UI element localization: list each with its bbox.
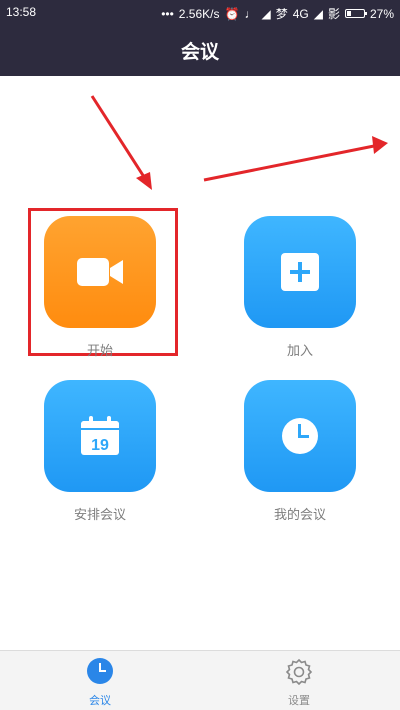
schedule-meeting-button[interactable]: 19 [44, 380, 156, 492]
schedule-meeting-tile[interactable]: 19 安排会议 [44, 380, 156, 523]
tab-meetings[interactable]: 会议 [60, 657, 140, 708]
calendar-icon: 19 [81, 416, 119, 455]
title-bar: 会议 [0, 24, 400, 76]
battery-percent: 27% [369, 6, 394, 21]
carrier-label-2: 影 [327, 7, 340, 21]
start-meeting-button[interactable] [44, 216, 156, 328]
clock-icon [282, 418, 318, 454]
join-meeting-button[interactable] [244, 216, 356, 328]
status-time: 13:58 [6, 5, 37, 19]
network-type: 4G [292, 6, 309, 21]
start-meeting-tile[interactable]: 开始 [44, 216, 156, 359]
bottom-nav: 会议 设置 [0, 650, 400, 710]
battery-icon [344, 9, 367, 18]
calendar-day: 19 [91, 437, 109, 454]
tab-meetings-label: 会议 [89, 694, 111, 707]
video-camera-icon [77, 258, 123, 286]
clock-icon [87, 658, 113, 684]
status-indicators: ••• 2.56K/s ⏰ ♩ ◢ 梦 4G ◢ 影 27% [161, 5, 394, 22]
signal-icon-2: ◢ [313, 6, 323, 21]
carrier-label: 梦 [275, 7, 288, 21]
my-meetings-button[interactable] [244, 380, 356, 492]
tab-settings-label: 设置 [288, 694, 310, 707]
silent-icon: ♩ [244, 6, 257, 21]
network-speed: 2.56K/s [178, 6, 220, 21]
alarm-icon: ⏰ [224, 6, 240, 21]
my-meetings-tile[interactable]: 我的会议 [244, 380, 356, 523]
join-meeting-tile[interactable]: 加入 [244, 216, 356, 359]
start-meeting-label: 开始 [86, 344, 113, 359]
arrow-to-start-icon [90, 95, 152, 190]
dots-icon: ••• [161, 6, 174, 21]
gear-icon [285, 658, 313, 686]
status-bar: 13:58 ••• 2.56K/s ⏰ ♩ ◢ 梦 4G ◢ 影 27% [0, 0, 400, 24]
my-meetings-label: 我的会议 [273, 508, 326, 523]
main-content: 开始 加入 19 安排会议 我的会议 [0, 76, 400, 650]
tab-settings[interactable]: 设置 [259, 657, 339, 708]
schedule-meeting-label: 安排会议 [73, 508, 126, 523]
join-meeting-label: 加入 [286, 344, 313, 359]
arrow-right-icon [203, 136, 388, 182]
signal-icon: ◢ [261, 6, 271, 21]
plus-icon [281, 253, 319, 291]
page-title: 会议 [180, 40, 219, 63]
